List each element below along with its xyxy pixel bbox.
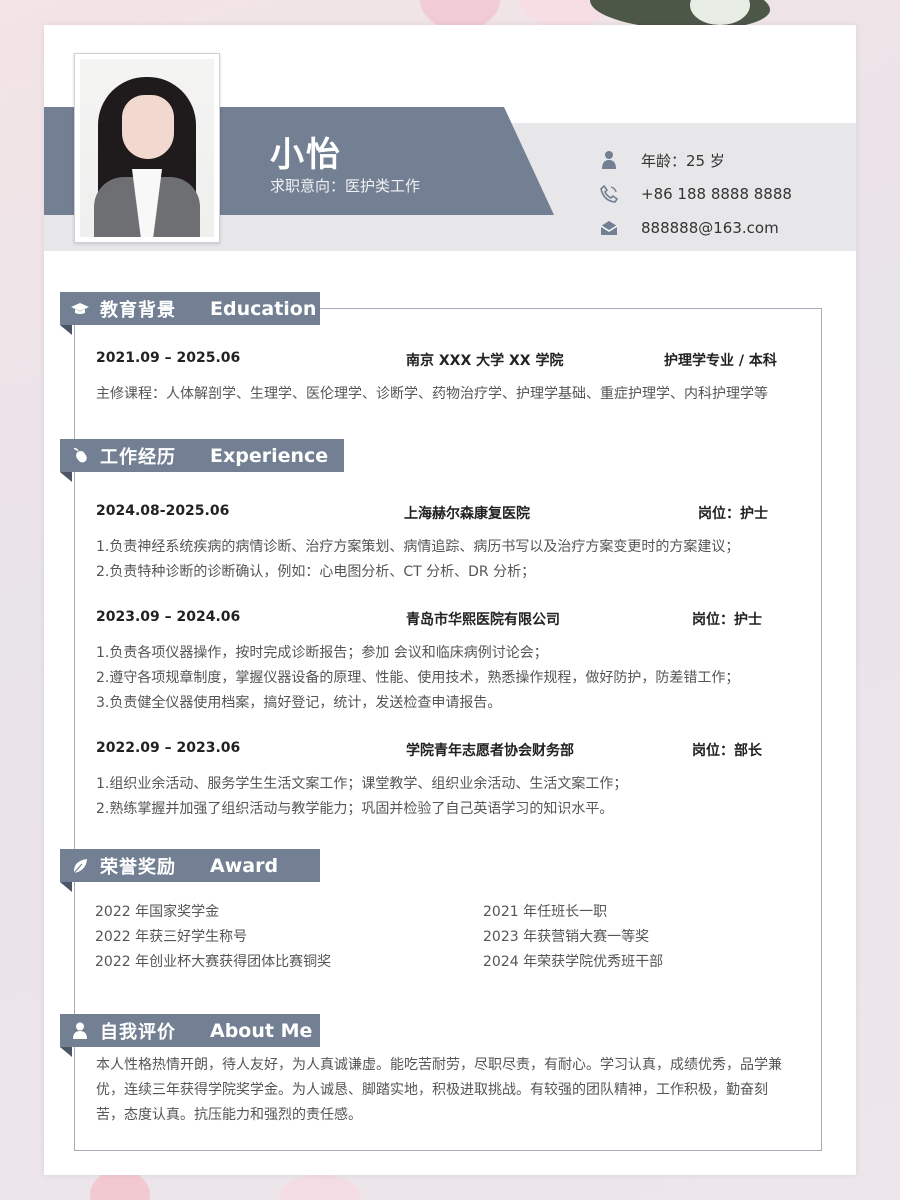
section-title-cn: 工作经历: [100, 446, 176, 468]
resume-page: 小怡 求职意向：医护类工作 年龄：25 岁 +86 188 8888 8888 …: [44, 25, 856, 1175]
about-me-text: 本人性格热情开朗，待人友好，为人真诚谦虚。能吃苦耐劳，尽职尽责，有耐心。学习认真…: [96, 1057, 782, 1123]
experience-org: 学院青年志愿者协会财务部: [406, 743, 574, 759]
experience-period: 2022.09 – 2023.06: [96, 740, 241, 756]
experience-role: 岗位：护士: [698, 506, 768, 522]
experience-line: 1.负责各项仪器操作，按时完成诊断报告；参加 会议和临床病例讨论会；: [96, 645, 548, 661]
phone-text: +86 188 8888 8888: [641, 185, 792, 203]
age-text: 年龄：25 岁: [641, 151, 725, 170]
mouse-icon: [60, 447, 100, 465]
awards-left-list: 2022 年国家奖学金 2022 年获三好学生称号 2022 年创业杯大赛获得团…: [95, 900, 331, 975]
section-title-en: Award: [210, 854, 279, 877]
section-title-en: About Me: [210, 1019, 313, 1042]
person-icon: [599, 150, 619, 170]
award-item: 2023 年获营销大赛一等奖: [483, 929, 650, 945]
experience-period: 2024.08-2025.06: [96, 503, 230, 519]
section-title-en: Education: [210, 297, 317, 320]
section-header-education: 教育背景 Education: [60, 292, 320, 335]
experience-org: 上海赫尔森康复医院: [404, 506, 530, 522]
experience-row-1: 2024.08-2025.06 上海赫尔森康复医院 岗位：护士: [96, 503, 816, 523]
leaf-icon: [60, 857, 100, 875]
section-header-about: 自我评价 About Me: [60, 1014, 320, 1057]
experience-line: 2.遵守各项规章制度，掌握仪器设备的原理、性能、使用技术，熟悉操作规程，做好防护…: [96, 670, 740, 686]
section-title-cn: 自我评价: [100, 1021, 176, 1043]
candidate-name: 小怡: [270, 135, 342, 175]
user-icon: [60, 1022, 100, 1040]
contact-info: 年龄：25 岁 +86 188 8888 8888 888888@163.com: [599, 143, 792, 245]
section-title-cn: 教育背景: [100, 299, 176, 321]
education-period: 2021.09 – 2025.06: [96, 350, 241, 366]
experience-line: 2.熟练掌握并加强了组织活动与教学能力；巩固并检验了自己英语学习的知识水平。: [96, 801, 614, 817]
experience-line: 3.负责健全仪器使用档案，搞好登记，统计，发送检查申请报告。: [96, 695, 502, 711]
graduation-cap-icon: [60, 302, 100, 316]
section-header-experience: 工作经历 Experience: [60, 439, 344, 482]
education-school: 南京 XXX 大学 XX 学院: [406, 353, 564, 369]
experience-row-2: 2023.09 – 2024.06 青岛市华熙医院有限公司 岗位：护士: [96, 609, 816, 629]
section-title-cn: 荣誉奖励: [100, 856, 176, 878]
experience-role: 岗位：部长: [692, 743, 762, 759]
contact-email: 888888@163.com: [599, 211, 792, 245]
experience-org: 青岛市华熙医院有限公司: [406, 612, 560, 628]
experience-line: 1.负责神经系统疾病的病情诊断、治疗方案策划、病情追踪、病历书写以及治疗方案变更…: [96, 539, 740, 555]
award-item: 2022 年获三好学生称号: [95, 929, 248, 945]
email-text: 888888@163.com: [641, 219, 779, 237]
experience-role: 岗位：护士: [692, 612, 762, 628]
experience-line: 1.组织业余活动、服务学生生活文案工作；课堂教学、组织业余活动、生活文案工作；: [96, 776, 628, 792]
award-item: 2024 年荣获学院优秀班干部: [483, 954, 664, 970]
education-major: 护理学专业 / 本科: [664, 353, 777, 369]
awards-right-list: 2021 年任班长一职 2023 年获营销大赛一等奖 2024 年荣获学院优秀班…: [483, 900, 663, 975]
experience-row-3: 2022.09 – 2023.06 学院青年志愿者协会财务部 岗位：部长: [96, 740, 816, 760]
background-flower: [280, 1175, 360, 1200]
education-row: 2021.09 – 2025.06 南京 XXX 大学 XX 学院 护理学专业 …: [96, 350, 816, 370]
photo-image: [80, 59, 214, 237]
contact-phone: +86 188 8888 8888: [599, 177, 792, 211]
award-item: 2022 年国家奖学金: [95, 904, 220, 920]
experience-period: 2023.09 – 2024.06: [96, 609, 241, 625]
award-item: 2021 年任班长一职: [483, 904, 608, 920]
section-header-award: 荣誉奖励 Award: [60, 849, 320, 892]
award-item: 2022 年创业杯大赛获得团体比赛铜奖: [95, 954, 332, 970]
phone-icon: [599, 184, 619, 204]
profile-photo: [74, 53, 220, 243]
education-courses: 主修课程：人体解剖学、生理学、医伦理学、诊断学、药物治疗学、护理学基础、重症护理…: [96, 386, 768, 402]
section-title-en: Experience: [210, 444, 329, 467]
contact-age: 年龄：25 岁: [599, 143, 792, 177]
experience-line: 2.负责特种诊断的诊断确认，例如：心电图分析、CT 分析、DR 分析；: [96, 564, 536, 580]
mail-icon: [599, 218, 619, 238]
job-intent: 求职意向：医护类工作: [270, 177, 421, 195]
